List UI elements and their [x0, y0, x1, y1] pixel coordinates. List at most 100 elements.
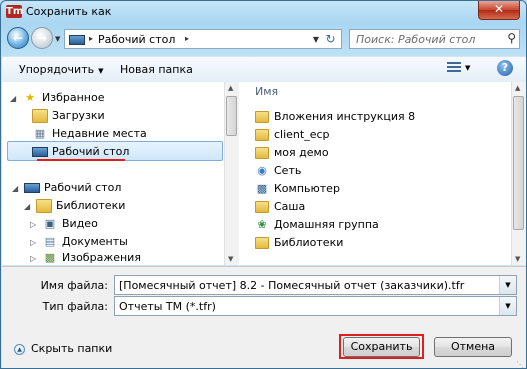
list-item[interactable]: Библиотеки	[255, 234, 343, 252]
nav-item-desktop-selected[interactable]: Рабочий стол	[32, 143, 129, 161]
folder-icon	[255, 147, 269, 159]
star-icon: ★	[25, 91, 35, 104]
help-button[interactable]: ?	[497, 60, 513, 76]
nav-item-downloads[interactable]: Загрузки	[32, 107, 105, 125]
list-item[interactable]: моя демо	[255, 144, 329, 162]
back-button[interactable]: ←	[7, 27, 29, 49]
view-dropdown-icon[interactable]: ▼	[465, 64, 470, 72]
network-icon: ◉	[257, 164, 267, 177]
filetype-value: Отчеты ТМ (*.tfr)	[119, 300, 216, 313]
scroll-thumb[interactable]	[226, 96, 237, 136]
resize-grip-icon[interactable]: ⋱	[516, 360, 524, 368]
recent-places-icon: ▦	[34, 127, 46, 140]
chevron-down-icon[interactable]: ▼	[499, 276, 516, 294]
list-item[interactable]: Вложения инструкция 8	[255, 108, 415, 126]
breadcrumb-chevron-icon[interactable]: ▸	[185, 34, 189, 43]
nav-item-label: Загрузки	[52, 109, 105, 122]
new-folder-button[interactable]: Новая папка	[120, 63, 193, 76]
file-list-scrollbar[interactable]: ▲ ▼	[511, 82, 526, 265]
forward-arrow-icon: →	[36, 31, 48, 45]
expand-arrow-icon[interactable]: ▷	[30, 216, 40, 234]
filetype-label: Тип файла:	[42, 300, 108, 313]
navigation-pane: ◢ ★ Избранное Загрузки ▦ Недавние места Раб…	[2, 82, 239, 265]
nav-tree-libraries[interactable]: ◢ Библиотеки	[24, 197, 125, 215]
address-bar[interactable]: ▸ Рабочий стол ▸ ▼ ↻	[64, 29, 342, 49]
desktop-icon	[69, 35, 85, 45]
nav-item-label: Рабочий стол	[52, 145, 130, 158]
save-button[interactable]: Сохранить	[343, 337, 420, 357]
nav-tree-video[interactable]: ▷ ▣ Видео	[30, 215, 98, 233]
chevron-down-icon: ▼	[98, 67, 104, 75]
nav-item-recent-places[interactable]: ▦ Недавние места	[32, 125, 147, 143]
downloads-icon	[32, 109, 48, 123]
organize-button[interactable]: Упорядочить ▼	[19, 63, 104, 76]
file-label: Вложения инструкция 8	[274, 110, 416, 123]
search-placeholder: Поиск: Рабочий стол	[356, 33, 476, 46]
scroll-up-icon[interactable]: ▲	[228, 84, 233, 92]
filetype-select[interactable]: Отчеты ТМ (*.tfr) ▼	[114, 296, 517, 316]
file-label: Библиотеки	[274, 236, 344, 249]
desktop-icon	[24, 183, 40, 193]
back-arrow-icon: ←	[12, 31, 24, 45]
libraries-icon	[36, 199, 52, 213]
nav-item-label: Видео	[62, 217, 98, 230]
hide-folders-button[interactable]: ▲ Скрыть папки	[14, 342, 112, 355]
address-dropdown-icon[interactable]: ▼	[313, 35, 319, 44]
search-icon: ⚲	[507, 31, 516, 45]
video-icon: ▣	[44, 217, 56, 230]
breadcrumb-desktop[interactable]: Рабочий стол	[98, 33, 175, 46]
pictures-icon: ▩	[44, 251, 56, 264]
column-header-name[interactable]: Имя	[255, 85, 278, 98]
view-options-icon[interactable]	[447, 62, 461, 74]
nav-favorites-label: Избранное	[42, 91, 105, 104]
scroll-down-icon[interactable]: ▼	[228, 255, 233, 263]
address-row: ← → ▼ ▸ Рабочий стол ▸ ▼ ↻ Поиск: Рабочи…	[1, 26, 526, 52]
app-logo: Tm	[6, 5, 24, 18]
nav-item-label: Документы	[62, 235, 128, 248]
refresh-button[interactable]: ↻	[322, 31, 339, 47]
close-button[interactable]: ✕	[478, 1, 520, 20]
search-input[interactable]: Поиск: Рабочий стол ⚲	[349, 29, 520, 49]
nav-tree-desktop[interactable]: ◢ Рабочий стол	[12, 179, 121, 197]
list-item[interactable]: ▩ Компьютер	[255, 180, 340, 198]
desktop-icon	[32, 147, 48, 157]
nav-scrollbar[interactable]: ▲ ▼	[224, 82, 239, 265]
collapse-arrow-icon[interactable]: ◢	[24, 198, 34, 216]
file-label: Саша	[274, 200, 306, 213]
collapse-arrow-icon[interactable]: ◢	[10, 90, 20, 108]
save-as-dialog: Tm Сохранить как ✕ ← → ▼ ▸ Рабочий стол …	[0, 0, 527, 369]
nav-item-label: Библиотеки	[56, 199, 126, 212]
file-label: client_ecp	[274, 128, 330, 141]
libraries-icon	[255, 237, 269, 249]
scroll-thumb[interactable]	[513, 96, 524, 230]
list-item[interactable]: ❀ Домашняя группа	[255, 216, 378, 234]
title-bar: Tm Сохранить как ✕	[1, 1, 526, 23]
save-form: Имя файла: [Помесячный отчет] 8.2 - Поме…	[2, 266, 526, 368]
list-item[interactable]: client_ecp	[255, 126, 330, 144]
collapse-arrow-icon[interactable]: ◢	[12, 180, 22, 198]
nav-tree-pictures[interactable]: ▷ ▩ Изображения	[30, 249, 141, 267]
recent-locations-dropdown[interactable]: ▼	[55, 35, 60, 43]
file-label: Компьютер	[274, 182, 340, 195]
scroll-down-icon[interactable]: ▼	[515, 255, 520, 263]
cancel-button[interactable]: Отмена	[434, 337, 512, 357]
list-item[interactable]: Саша	[255, 198, 305, 216]
filename-value: [Помесячный отчет] 8.2 - Помесячный отче…	[119, 279, 465, 292]
organize-label: Упорядочить	[19, 63, 95, 76]
chevron-up-icon: ▲	[14, 343, 25, 355]
file-label: моя демо	[274, 146, 329, 159]
nav-item-label: Недавние места	[52, 127, 147, 140]
nav-item-label: Изображения	[62, 251, 141, 264]
folder-icon	[255, 129, 269, 141]
user-folder-icon	[255, 201, 269, 213]
breadcrumb-separator-icon[interactable]: ▸	[89, 34, 93, 43]
filename-field[interactable]: [Помесячный отчет] 8.2 - Помесячный отче…	[114, 275, 517, 295]
list-item[interactable]: ◉ Сеть	[255, 162, 301, 180]
scroll-up-icon[interactable]: ▲	[515, 84, 520, 92]
chevron-down-icon[interactable]: ▼	[499, 297, 516, 315]
forward-button[interactable]: →	[31, 27, 53, 49]
file-list-pane: Имя Вложения инструкция 8 client_ecp моя…	[239, 82, 526, 265]
nav-favorites[interactable]: ◢ ★ Избранное	[10, 89, 104, 107]
window-title: Сохранить как	[26, 5, 112, 18]
hide-folders-label: Скрыть папки	[31, 342, 113, 355]
